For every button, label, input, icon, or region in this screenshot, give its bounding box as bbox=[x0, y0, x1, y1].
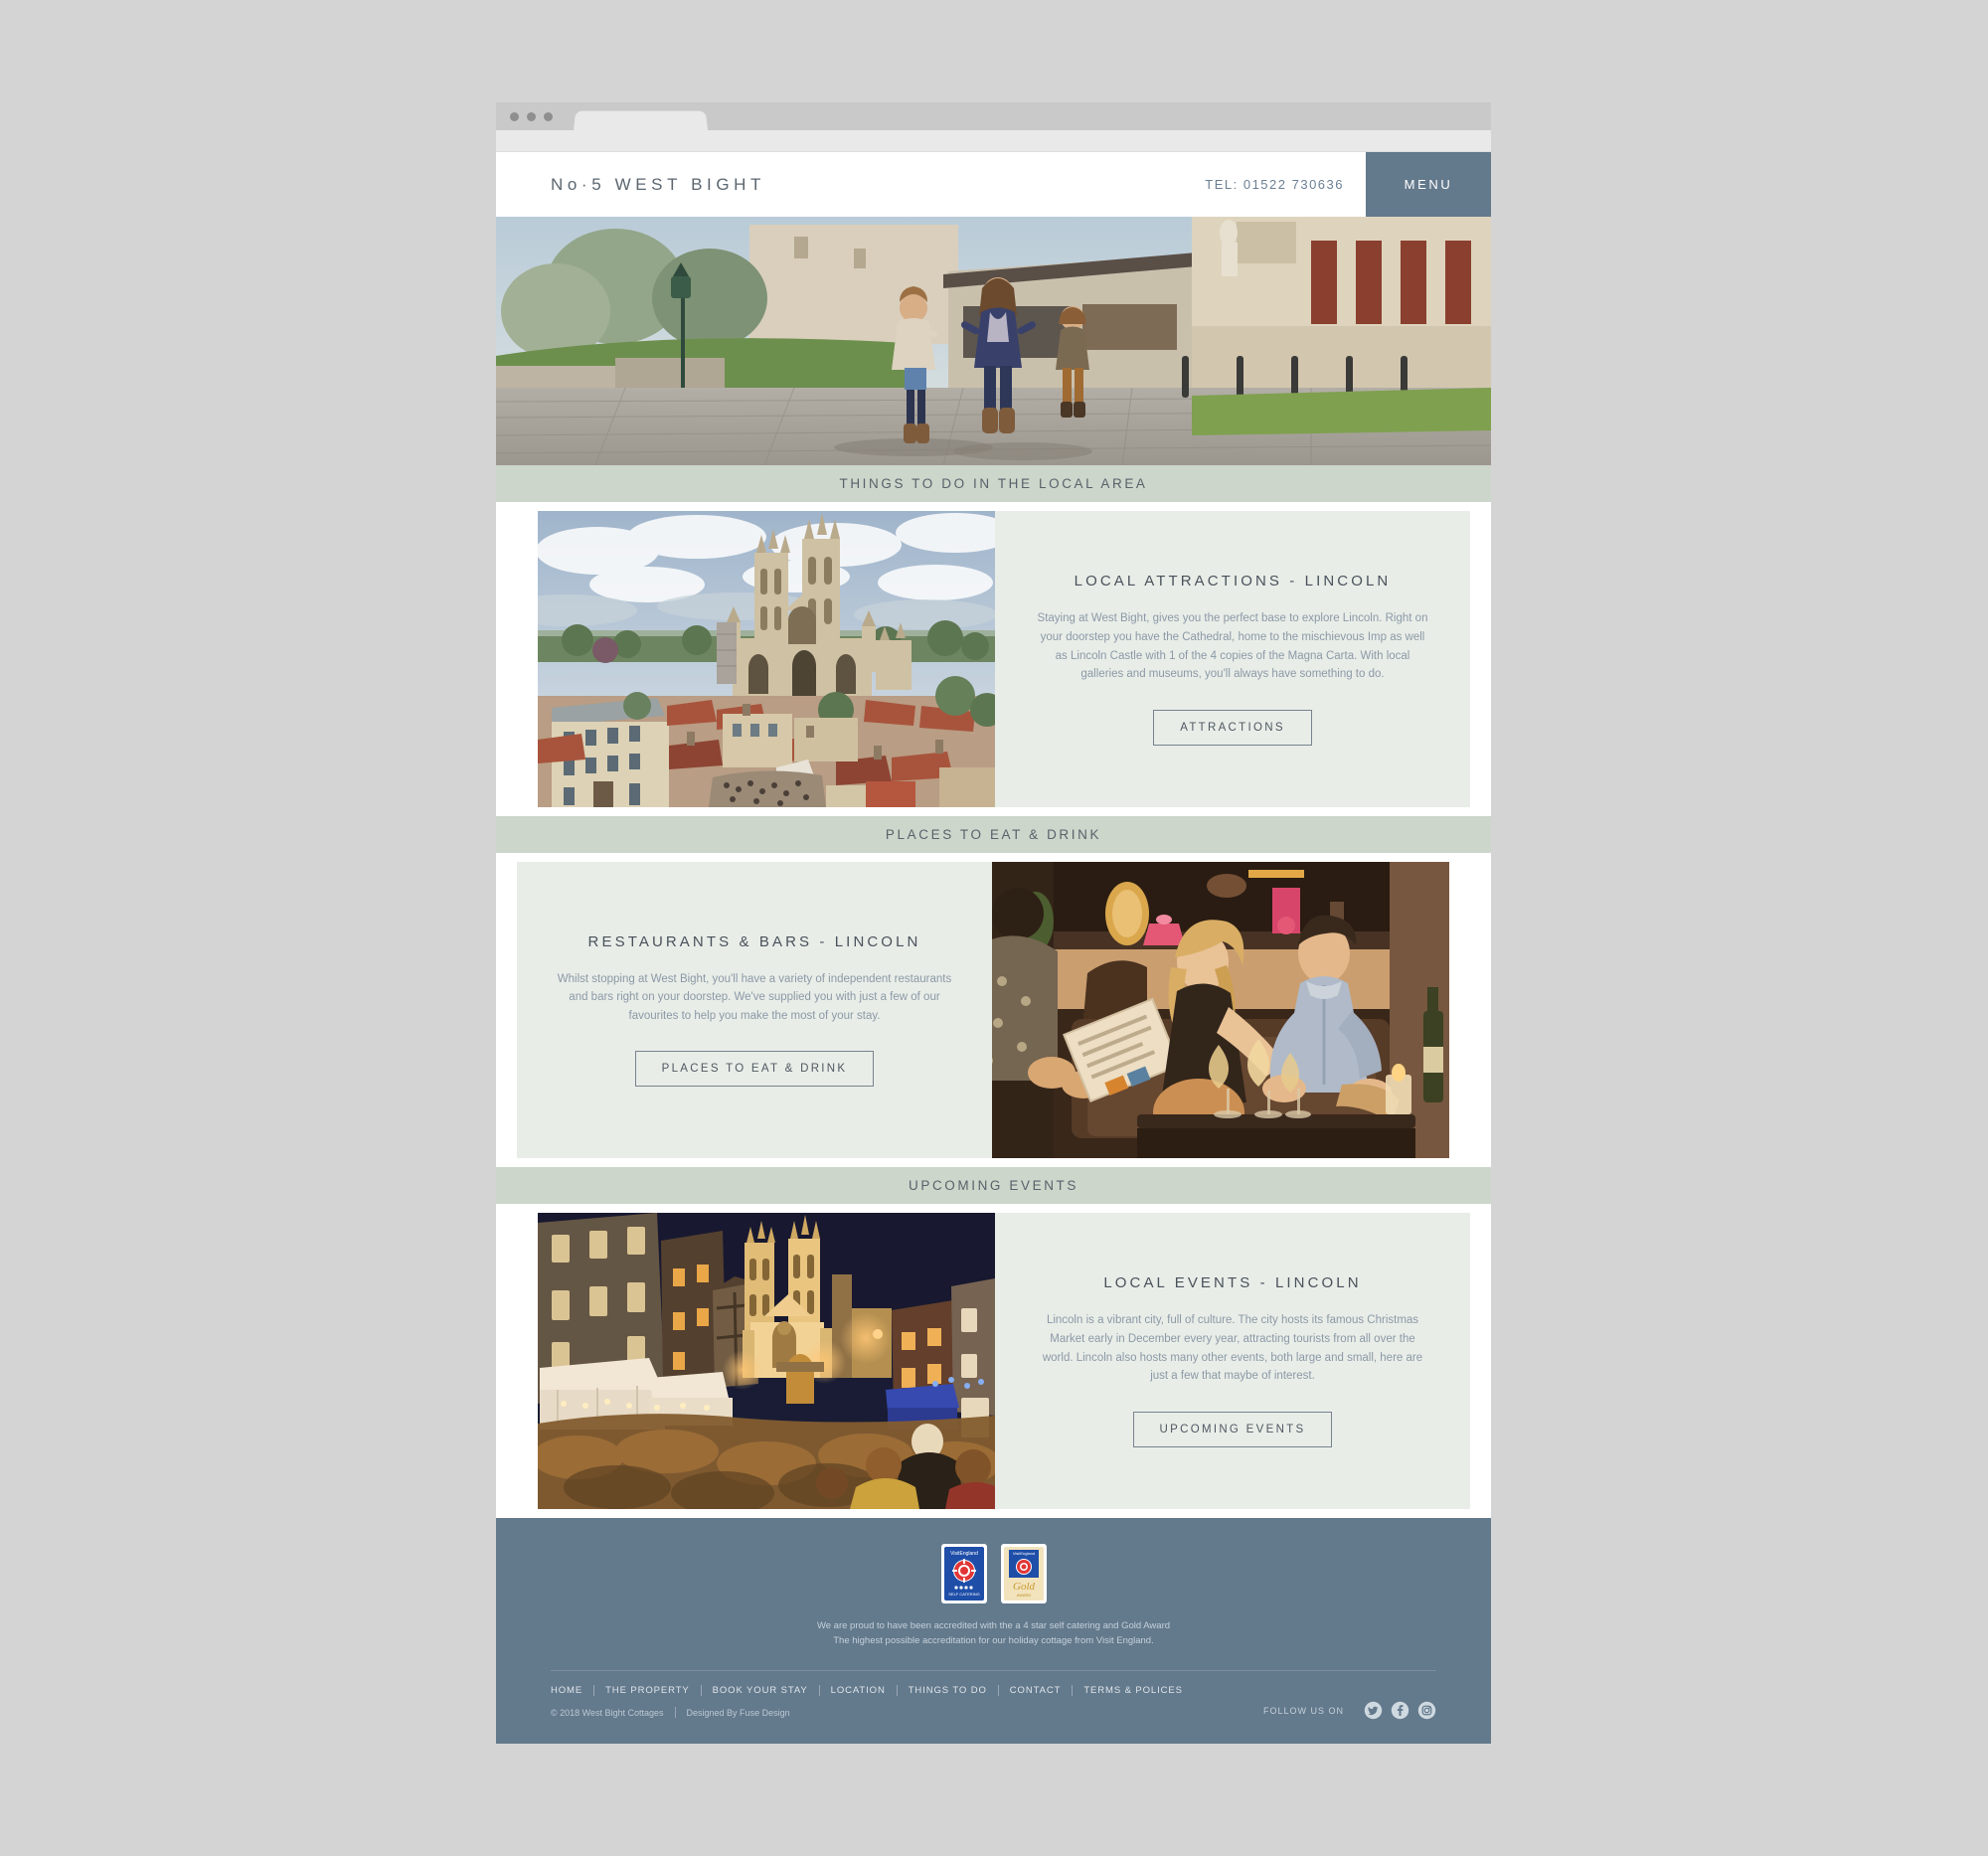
accreditation-text: We are proud to have been accredited wit… bbox=[496, 1619, 1491, 1648]
telephone-link[interactable]: TEL: 01522 730636 bbox=[1205, 152, 1366, 217]
copyright-row: © 2018 West Bight Cottages Designed By F… bbox=[551, 1707, 1183, 1719]
accreditation-line-2: The highest possible accreditation for o… bbox=[833, 1634, 1154, 1646]
instagram-icon[interactable] bbox=[1417, 1701, 1436, 1720]
events-body: Lincoln is a vibrant city, full of cultu… bbox=[1042, 1314, 1423, 1383]
footer-link-book-your-stay[interactable]: BOOK YOUR STAY bbox=[713, 1685, 808, 1696]
attractions-title: LOCAL ATTRACTIONS - LINCOLN bbox=[1074, 573, 1392, 591]
footer-link-home[interactable]: HOME bbox=[551, 1685, 582, 1696]
footer-link-contact[interactable]: CONTACT bbox=[1010, 1685, 1062, 1696]
visitengland-self-catering-badge: VisitEngland SELF CATERING bbox=[940, 1544, 987, 1603]
footer-bottom: HOME THE PROPERTY BOOK YOUR STAY LOCATIO… bbox=[496, 1671, 1491, 1744]
accreditation-line-1: We are proud to have been accredited wit… bbox=[816, 1620, 1171, 1631]
site-footer: VisitEngland SELF CATERING VisitEngland … bbox=[496, 1518, 1491, 1745]
browser-chrome-bar bbox=[496, 102, 1491, 130]
maximize-icon[interactable] bbox=[544, 112, 553, 121]
hero-image bbox=[496, 217, 1491, 465]
divider bbox=[674, 1707, 676, 1719]
footer-link-terms-policies[interactable]: TERMS & POLICES bbox=[1083, 1685, 1183, 1696]
browser-window: No·5 WEST BIGHT TEL: 01522 730636 MENU T… bbox=[496, 102, 1491, 1745]
facebook-icon[interactable] bbox=[1391, 1701, 1409, 1720]
browser-toolbar bbox=[496, 130, 1491, 152]
divider bbox=[997, 1685, 999, 1697]
browser-tab[interactable] bbox=[574, 110, 708, 130]
restaurants-text-panel: RESTAURANTS & BARS - LINCOLN Whilst stop… bbox=[517, 862, 992, 1158]
visitengland-gold-award-badge: VisitEngland Gold AWARD bbox=[1000, 1544, 1047, 1603]
svg-text:Gold: Gold bbox=[1013, 1581, 1036, 1593]
copyright-text: © 2018 West Bight Cottages bbox=[551, 1707, 664, 1718]
restaurants-button[interactable]: PLACES TO EAT & DRINK bbox=[634, 1051, 875, 1088]
social-group: FOLLOW US ON bbox=[1263, 1701, 1436, 1720]
divider bbox=[700, 1685, 702, 1697]
section-bar-upcoming-events: UPCOMING EVENTS bbox=[496, 1167, 1491, 1204]
divider bbox=[818, 1685, 820, 1697]
content-row-events: LOCAL EVENTS - LINCOLN Lincoln is a vibr… bbox=[496, 1204, 1491, 1518]
section-bar-eat-drink: PLACES TO EAT & DRINK bbox=[496, 816, 1491, 853]
content-row-attractions: LOCAL ATTRACTIONS - LINCOLN Staying at W… bbox=[496, 502, 1491, 816]
svg-text:VisitEngland: VisitEngland bbox=[1012, 1551, 1034, 1556]
window-controls bbox=[510, 112, 553, 121]
restaurants-body: Whilst stopping at West Bight, you'll ha… bbox=[557, 972, 952, 1022]
events-image bbox=[538, 1213, 995, 1509]
events-title: LOCAL EVENTS - LINCOLN bbox=[1103, 1274, 1362, 1292]
menu-button[interactable]: MENU bbox=[1366, 152, 1491, 217]
content-row-restaurants: RESTAURANTS & BARS - LINCOLN Whilst stop… bbox=[496, 853, 1491, 1167]
divider bbox=[1072, 1685, 1074, 1697]
footer-link-the-property[interactable]: THE PROPERTY bbox=[605, 1685, 690, 1696]
designer-credit[interactable]: Designed By Fuse Design bbox=[687, 1708, 790, 1718]
svg-text:SELF CATERING: SELF CATERING bbox=[948, 1592, 980, 1597]
site-header: No·5 WEST BIGHT TEL: 01522 730636 MENU bbox=[496, 152, 1491, 217]
accreditation-badges: VisitEngland SELF CATERING VisitEngland … bbox=[496, 1544, 1491, 1603]
divider bbox=[593, 1685, 595, 1697]
follow-us-label: FOLLOW US ON bbox=[1262, 1705, 1344, 1716]
footer-nav: HOME THE PROPERTY BOOK YOUR STAY LOCATIO… bbox=[551, 1685, 1183, 1697]
attractions-body: Staying at West Bight, gives you the per… bbox=[1037, 612, 1428, 681]
restaurants-title: RESTAURANTS & BARS - LINCOLN bbox=[587, 932, 921, 950]
attractions-button[interactable]: ATTRACTIONS bbox=[1153, 709, 1312, 746]
footer-left-group: HOME THE PROPERTY BOOK YOUR STAY LOCATIO… bbox=[551, 1685, 1183, 1719]
restaurants-image bbox=[992, 862, 1449, 1158]
events-button[interactable]: UPCOMING EVENTS bbox=[1132, 1411, 1333, 1447]
section-bar-things-to-do: THINGS TO DO IN THE LOCAL AREA bbox=[496, 465, 1491, 502]
site-brand[interactable]: No·5 WEST BIGHT bbox=[551, 175, 765, 195]
attractions-text-panel: LOCAL ATTRACTIONS - LINCOLN Staying at W… bbox=[995, 511, 1470, 807]
minimize-icon[interactable] bbox=[527, 112, 536, 121]
footer-link-location[interactable]: LOCATION bbox=[831, 1685, 886, 1696]
svg-text:VisitEngland: VisitEngland bbox=[950, 1551, 978, 1557]
close-icon[interactable] bbox=[510, 112, 519, 121]
header-right-group: TEL: 01522 730636 MENU bbox=[1205, 152, 1491, 217]
twitter-icon[interactable] bbox=[1364, 1701, 1383, 1720]
divider bbox=[896, 1685, 898, 1697]
attractions-image bbox=[538, 511, 995, 807]
svg-text:AWARD: AWARD bbox=[1016, 1593, 1031, 1598]
footer-link-things-to-do[interactable]: THINGS TO DO bbox=[909, 1685, 987, 1696]
events-text-panel: LOCAL EVENTS - LINCOLN Lincoln is a vibr… bbox=[995, 1213, 1470, 1509]
